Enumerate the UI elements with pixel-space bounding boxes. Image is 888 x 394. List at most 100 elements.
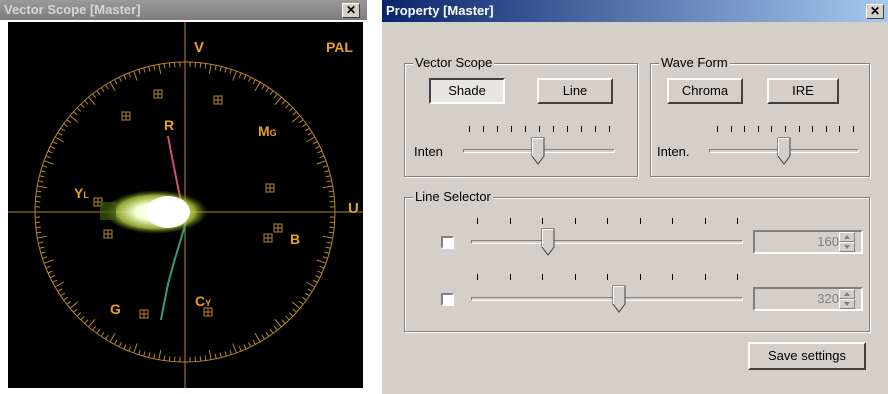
ire-button[interactable]: IRE [767, 78, 839, 104]
spin-down-icon[interactable] [839, 242, 855, 252]
graticule-tick [288, 312, 294, 317]
graticule-tick [73, 111, 78, 116]
graticule-tick [298, 119, 304, 124]
graticule-tick [273, 93, 278, 99]
graticule-tick [317, 150, 323, 154]
shade-button[interactable]: Shade [429, 78, 505, 104]
slider-tick [525, 126, 526, 132]
graticule-tick [214, 65, 217, 71]
graticule-tick [133, 70, 138, 81]
graticule-tick [158, 64, 162, 75]
line-slider-1-track[interactable] [471, 240, 743, 244]
graticule-tick [248, 76, 252, 82]
spin-up-icon[interactable] [839, 289, 855, 299]
signal-core [146, 196, 190, 228]
graticule-tick [328, 231, 334, 234]
line-selector-checkbox-2[interactable] [441, 293, 454, 306]
graticule-tick [37, 235, 48, 239]
pal-label: PAL [326, 39, 353, 55]
slider-tick [607, 274, 608, 280]
slider-tick [609, 126, 610, 132]
graticule-tick [274, 96, 282, 106]
target-label-r: R [164, 117, 174, 133]
graticule-tick [143, 351, 146, 357]
inten-label: Inten [414, 144, 443, 159]
graticule-tick [69, 115, 79, 123]
inten-slider-thumb[interactable] [531, 137, 545, 165]
slider-tick [672, 218, 673, 224]
graticule-tick [92, 325, 97, 331]
slider-tick [477, 218, 478, 224]
save-settings-button[interactable]: Save settings [748, 342, 866, 370]
graticule-tick [307, 288, 313, 292]
graticule-tick [324, 170, 330, 173]
graticule-tick [322, 235, 333, 239]
slider-tick [542, 274, 543, 280]
graticule-tick [322, 165, 328, 168]
close-icon[interactable]: ✕ [866, 4, 884, 19]
line-slider-1-thumb[interactable] [541, 228, 555, 256]
line-selector-group-label: Line Selector [413, 189, 493, 204]
line-slider-2-track[interactable] [471, 297, 743, 301]
graticule-tick [84, 100, 89, 105]
graticule-tick [76, 107, 82, 112]
slider-tick [717, 126, 718, 132]
graticule-tick [76, 312, 82, 317]
spin-up-icon[interactable] [839, 232, 855, 242]
graticule-tick [273, 325, 278, 331]
graticule-tick [204, 355, 207, 361]
graticule-tick [261, 334, 265, 340]
chroma-button[interactable]: Chroma [667, 78, 743, 104]
slider-tick [497, 126, 498, 132]
close-icon[interactable]: ✕ [342, 3, 360, 18]
slider-tick [704, 274, 706, 280]
slider-tick [853, 126, 854, 132]
graticule-tick [123, 344, 127, 350]
graticule-tick [163, 63, 166, 69]
graticule-tick [243, 344, 247, 350]
spin-down-icon[interactable] [839, 299, 855, 309]
line-button[interactable]: Line [537, 78, 613, 104]
graticule-tick [37, 185, 48, 189]
graticule-tick [36, 231, 42, 234]
line-2-spinner[interactable] [839, 289, 855, 309]
line-selector-checkbox-1[interactable] [441, 236, 454, 249]
graticule-tick [254, 332, 261, 343]
slider-tick [737, 218, 738, 224]
graticule-tick [128, 346, 132, 352]
graticule-tick [39, 246, 45, 249]
graticule-tick [254, 81, 261, 92]
vector-scope-titlebar[interactable]: Vector Scope [Master] ✕ [0, 0, 367, 20]
graticule-tick [329, 195, 335, 198]
slider-tick [730, 126, 732, 132]
line-1-spinner[interactable] [839, 232, 855, 252]
graticule-tick [329, 226, 335, 229]
graticule-tick [219, 352, 222, 358]
graticule-tick [100, 331, 105, 337]
target-label-g: G [110, 301, 121, 317]
graticule-tick [40, 170, 46, 173]
graticule-tick [47, 270, 53, 274]
graticule-tick [315, 145, 321, 149]
graticule-tick [328, 190, 334, 193]
graticule-tick [292, 308, 297, 313]
wave-inten-slider-thumb[interactable] [777, 137, 791, 165]
slider-tick [483, 126, 484, 132]
graticule-tick [319, 265, 325, 269]
graticule-tick [316, 259, 327, 264]
graticule-tick [128, 72, 132, 78]
graticule-tick [52, 279, 58, 283]
graticule-tick [265, 331, 270, 337]
graticule-tick [69, 301, 79, 309]
slider-tick [607, 218, 608, 224]
line-slider-2-thumb[interactable] [612, 285, 626, 313]
graticule-tick [252, 79, 256, 85]
graticule-tick [88, 96, 96, 106]
graticule-tick [304, 127, 310, 132]
graticule-tick [252, 339, 256, 345]
graticule-tick [138, 349, 141, 355]
graticule-tick [317, 270, 323, 274]
property-titlebar[interactable]: Property [Master] ✕ [382, 0, 888, 22]
graticule-tick [66, 300, 72, 305]
u-axis-label: U [348, 200, 359, 217]
